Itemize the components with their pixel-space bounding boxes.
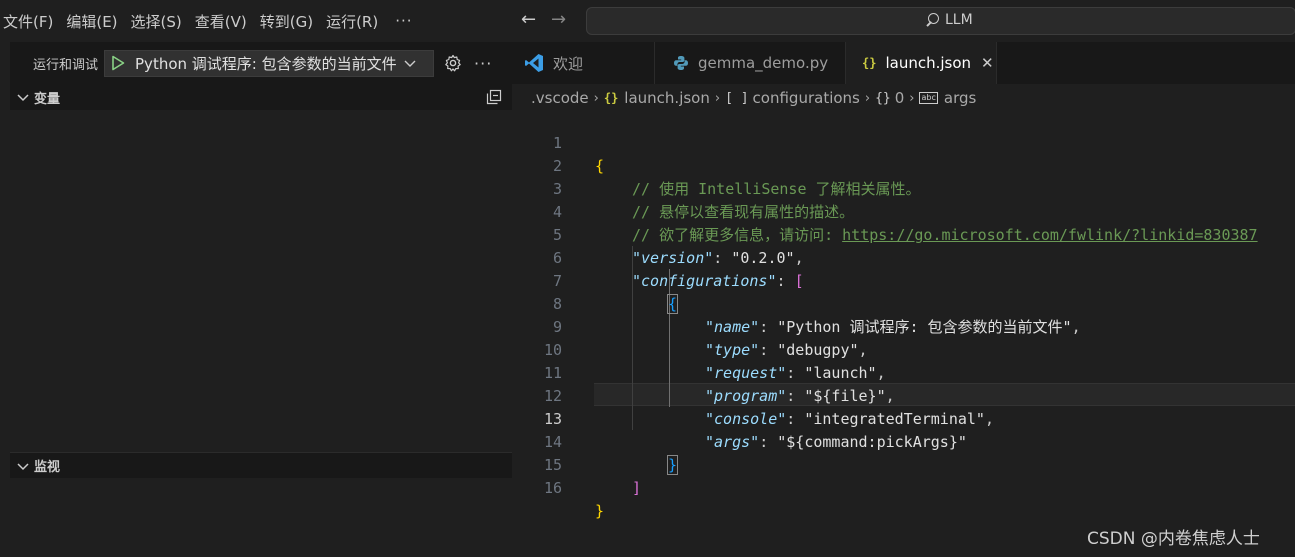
menu-view[interactable]: 查看(V): [191, 11, 256, 32]
code-editor[interactable]: 1 { 2 // 使用 IntelliSense 了解相关属性。 3 // 悬停…: [512, 109, 1295, 520]
tab-label: gemma_demo.py: [698, 54, 829, 72]
object-icon: {}: [875, 90, 891, 106]
menu-go[interactable]: 转到(G): [256, 11, 322, 32]
code-line: 4 // 欲了解更多信息，请访问: https://go.microsoft.c…: [512, 178, 1295, 244]
vscode-logo-icon: [524, 53, 544, 73]
code-line: 1 {: [512, 109, 1295, 175]
run-debug-title: 运行和调试: [33, 57, 99, 73]
array-icon: [ ]: [725, 90, 749, 106]
breadcrumb-index[interactable]: 0: [895, 89, 905, 107]
code-line: 10 "request": "launch",: [512, 316, 1295, 382]
more-actions-icon[interactable]: ···: [474, 54, 492, 73]
menu-bar: 文件(F) 编辑(E) 选择(S) 查看(V) 转到(G) 运行(R) ···: [0, 0, 421, 42]
search-icon: [923, 11, 941, 29]
command-center-text: LLM: [945, 12, 973, 28]
chevron-down-icon: [404, 60, 416, 67]
close-icon[interactable]: ✕: [981, 54, 994, 72]
code-line: 2 // 使用 IntelliSense 了解相关属性。: [512, 132, 1295, 198]
chevron-right-icon: ›: [714, 90, 721, 106]
variables-title: 变量: [34, 91, 61, 107]
tab-label: launch.json: [885, 54, 972, 72]
variables-section-header[interactable]: 变量: [10, 84, 512, 110]
tab-welcome[interactable]: 欢迎: [512, 42, 655, 84]
menu-run[interactable]: 运行(R): [322, 11, 387, 32]
watermark: CSDN @内卷焦虑人士: [1087, 529, 1260, 549]
breadcrumb-configurations[interactable]: configurations: [753, 89, 860, 107]
run-debug-toolbar: 运行和调试 Python 调试程序: 包含参数的当前文件 ···: [10, 42, 512, 84]
code-line-current: 13 "args": "${command:pickArgs}": [512, 385, 1295, 451]
menu-edit[interactable]: 编辑(E): [62, 11, 126, 32]
code-line: 9 "type": "debugpy",: [512, 293, 1295, 359]
watch-section-header[interactable]: 监视: [10, 452, 512, 478]
menu-file[interactable]: 文件(F): [0, 11, 62, 32]
code-line: 15 ]: [512, 431, 1295, 497]
back-arrow-icon[interactable]: ←: [521, 9, 536, 30]
line-number: 16: [543, 479, 562, 497]
code-line: 7 {: [512, 247, 1295, 314]
tab-gemma-demo[interactable]: gemma_demo.py: [655, 42, 846, 84]
breadcrumb: .vscode › {} launch.json › [ ] configura…: [531, 87, 976, 109]
chevron-down-icon: [16, 459, 34, 473]
code-line: 3 // 悬停以查看现有属性的描述。: [512, 155, 1295, 221]
watch-title: 监视: [34, 460, 61, 475]
editor-tabs: 欢迎 gemma_demo.py {} launch.json ✕: [512, 42, 1295, 84]
code-line: 14 }: [512, 408, 1295, 475]
play-icon[interactable]: [111, 55, 125, 71]
json-icon: {}: [862, 56, 877, 70]
debug-config-label: Python 调试程序: 包含参数的当前文件: [135, 54, 397, 73]
chevron-down-icon: [16, 90, 34, 104]
tab-label: 欢迎: [553, 54, 584, 73]
activity-bar-edge: [0, 42, 10, 557]
collapse-all-icon[interactable]: [486, 89, 502, 105]
string-icon: abc: [919, 92, 938, 104]
code-line: 8 "name": "Python 调试程序: 包含参数的当前文件",: [512, 270, 1295, 336]
breadcrumb-file[interactable]: launch.json: [624, 89, 710, 107]
gear-icon[interactable]: [442, 52, 464, 74]
title-bar: 文件(F) 编辑(E) 选择(S) 查看(V) 转到(G) 运行(R) ··· …: [0, 0, 1295, 42]
code-line: 12 "console": "integratedTerminal",: [512, 362, 1295, 428]
json-icon: {}: [603, 91, 619, 105]
menu-selection[interactable]: 选择(S): [127, 11, 191, 32]
tab-launch-json[interactable]: {} launch.json ✕: [846, 42, 997, 84]
chevron-right-icon: ›: [864, 90, 871, 106]
breadcrumb-folder[interactable]: .vscode: [531, 89, 589, 107]
python-icon: [673, 55, 689, 71]
code-line: 16 }: [512, 454, 1295, 520]
variables-panel: [10, 110, 512, 452]
chevron-right-icon: ›: [593, 90, 599, 106]
code-line: 5 "version": "0.2.0",: [512, 201, 1295, 267]
menu-more-icon[interactable]: ···: [387, 12, 420, 30]
breadcrumb-args[interactable]: args: [944, 89, 976, 107]
watch-panel: [10, 478, 512, 557]
forward-arrow-icon[interactable]: →: [551, 9, 566, 30]
code-line: 11 "program": "${file}",: [512, 339, 1295, 405]
chevron-right-icon: ›: [909, 90, 915, 106]
debug-config-select[interactable]: Python 调试程序: 包含参数的当前文件: [104, 49, 435, 77]
code-line: 6 "configurations": [: [512, 224, 1295, 290]
command-center-search[interactable]: LLM: [586, 7, 1295, 35]
